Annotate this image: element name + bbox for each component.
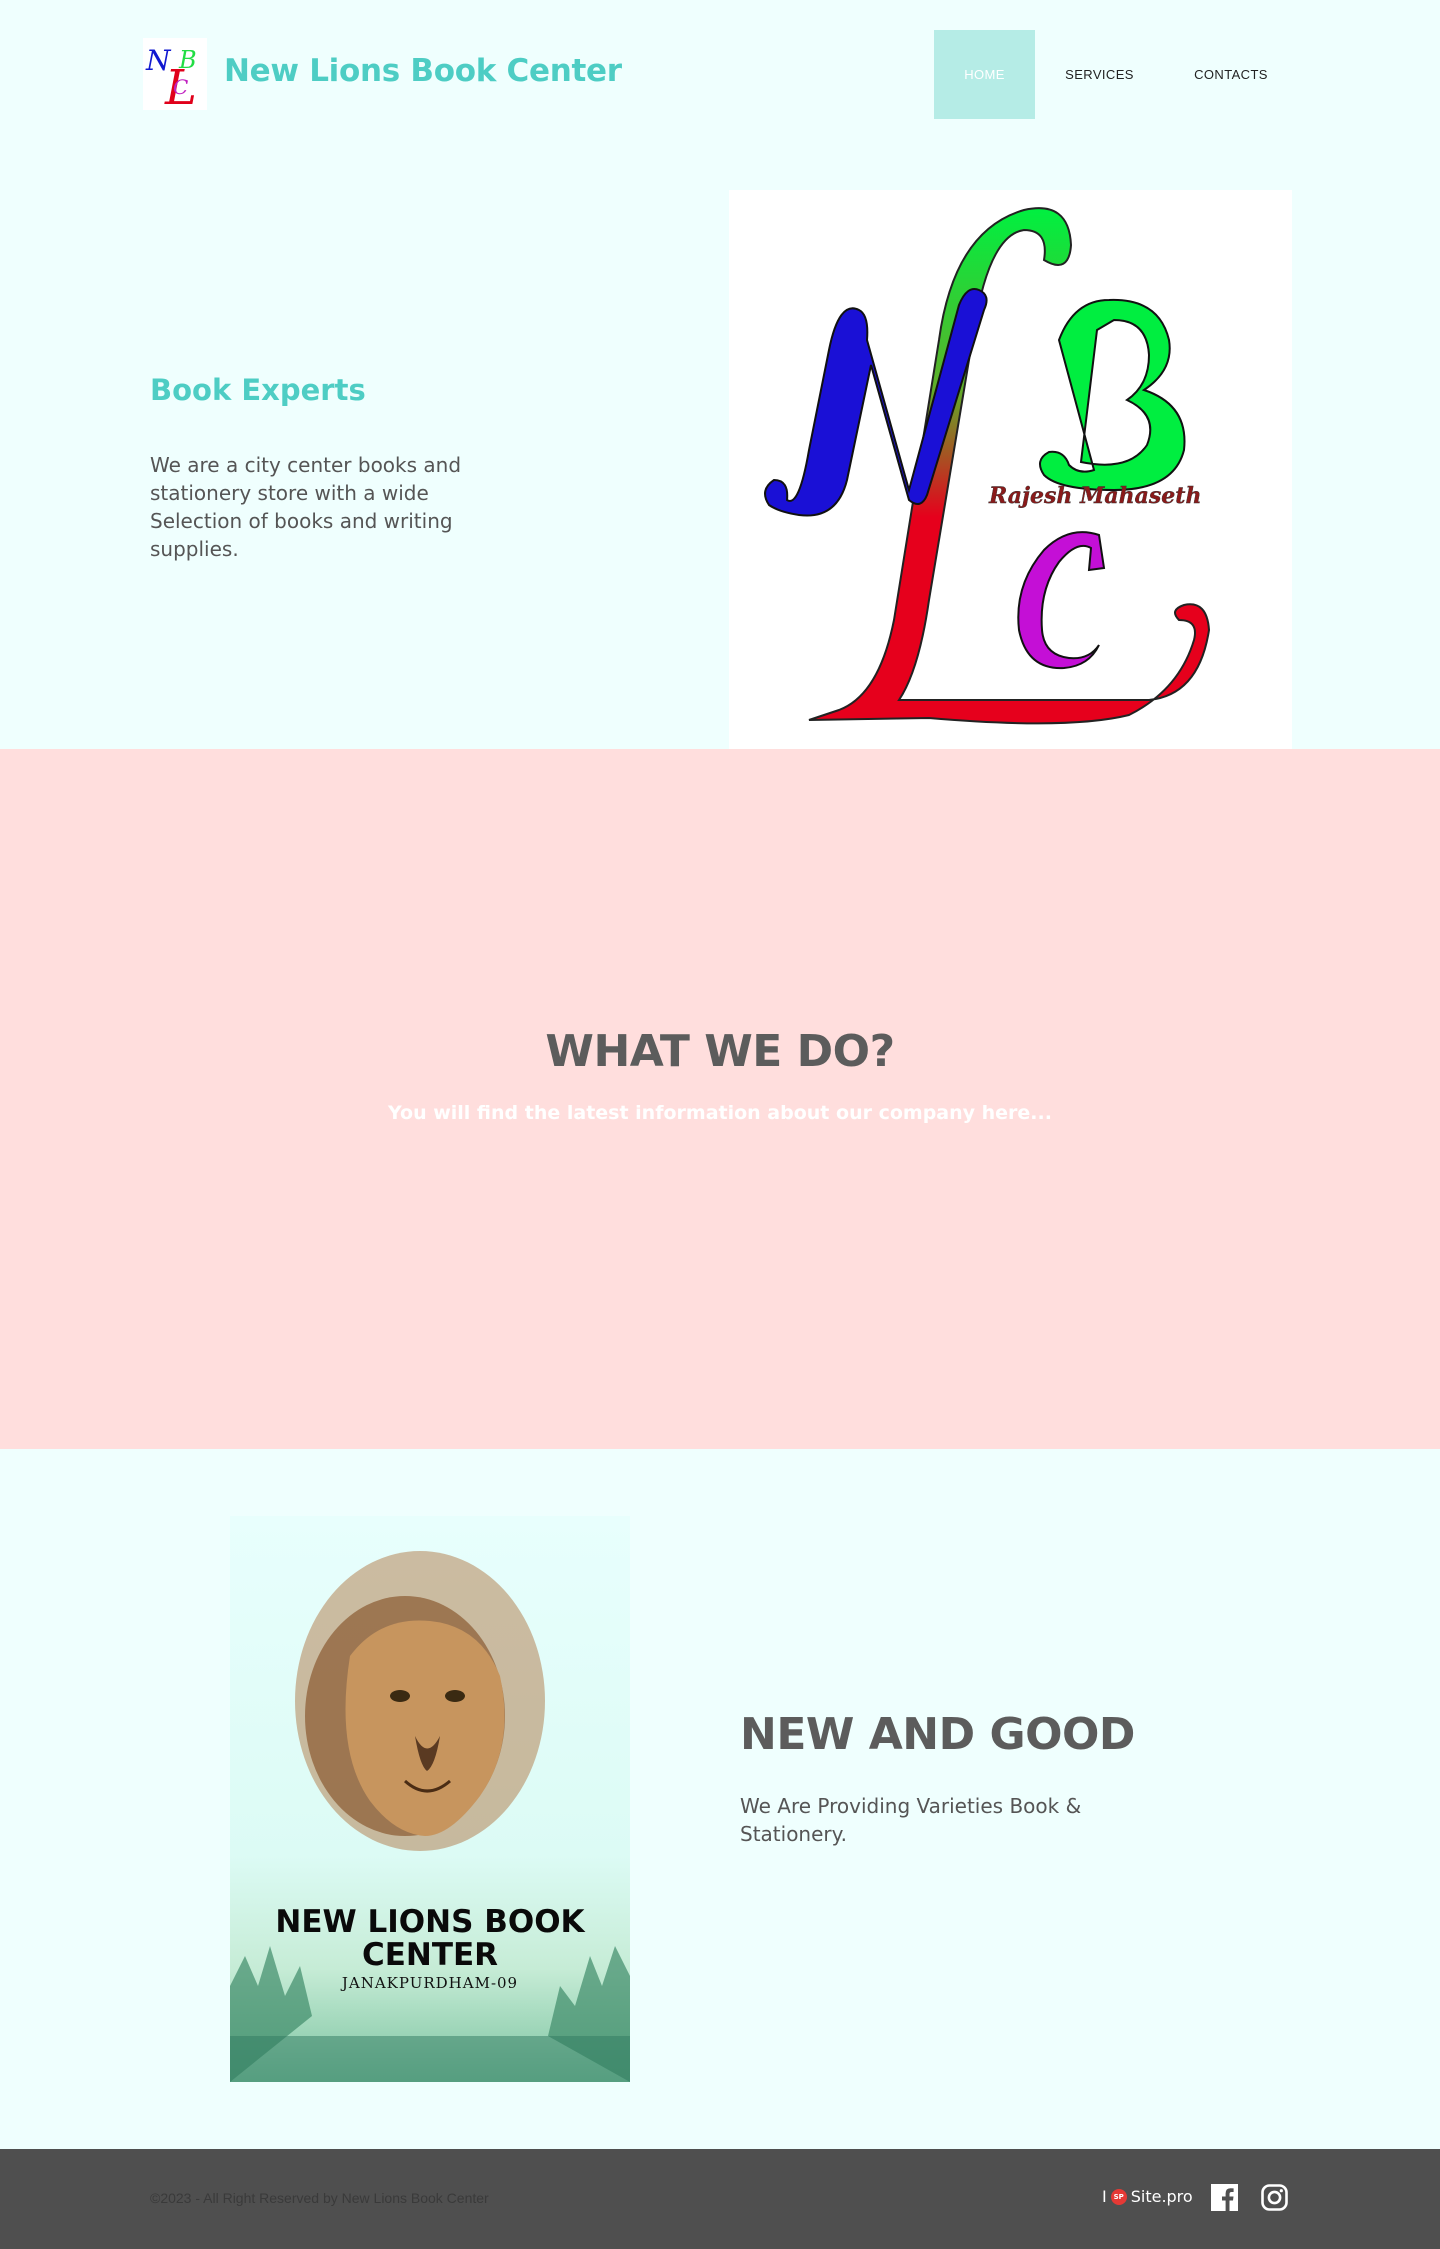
lion-poster-image: NEW LIONS BOOK CENTER JANAKPURDHAM-09 xyxy=(230,1516,630,2082)
logo-letter-b: B xyxy=(178,46,197,74)
new-and-good-text: We Are Providing Varieties Book & Statio… xyxy=(740,1794,1082,1846)
what-we-do-section xyxy=(0,749,1440,1449)
instagram-icon[interactable] xyxy=(1261,2184,1288,2211)
facebook-icon[interactable] xyxy=(1211,2184,1238,2211)
nav-contacts[interactable]: CONTACTS xyxy=(1164,30,1298,119)
logo-signature: Rajesh Mahaseth xyxy=(988,483,1201,509)
hero-text: We are a city center books and stationer… xyxy=(150,453,462,561)
sitepro-prefix: I xyxy=(1102,2187,1107,2206)
poster-subtitle: JANAKPURDHAM-09 xyxy=(341,1974,519,1992)
poster-title: NEW LIONS BOOK CENTER xyxy=(275,1904,585,1973)
nlbc-logo-image: Rajesh Mahaseth xyxy=(729,190,1292,749)
new-and-good-title: NEW AND GOOD xyxy=(740,1709,1135,1760)
main-nav: HOME SERVICES CONTACTS xyxy=(934,30,1298,119)
logo-letter-c: C xyxy=(173,75,188,99)
nav-services[interactable]: SERVICES xyxy=(1035,30,1164,119)
nav-home[interactable]: HOME xyxy=(934,30,1035,119)
site-footer: ©2023 - All Right Reserved by New Lions … xyxy=(0,2149,1440,2249)
sitepro-badge-icon: SP xyxy=(1110,2188,1127,2205)
what-we-do-subtitle: You will find the latest information abo… xyxy=(388,1102,1052,1124)
site-header: N L B C New Lions Book Center HOME SERVI… xyxy=(0,0,1440,148)
site-logo[interactable]: N L B C xyxy=(143,38,207,110)
copyright-text: ©2023 - All Right Reserved by New Lions … xyxy=(150,2190,489,2206)
sitepro-label: Site.pro xyxy=(1130,2187,1193,2206)
hero-title: Book Experts xyxy=(150,373,366,407)
sitepro-link[interactable]: I SP Site.pro xyxy=(1102,2187,1193,2206)
brand-name[interactable]: New Lions Book Center xyxy=(224,53,622,89)
what-we-do-title: WHAT WE DO? xyxy=(545,1026,895,1077)
